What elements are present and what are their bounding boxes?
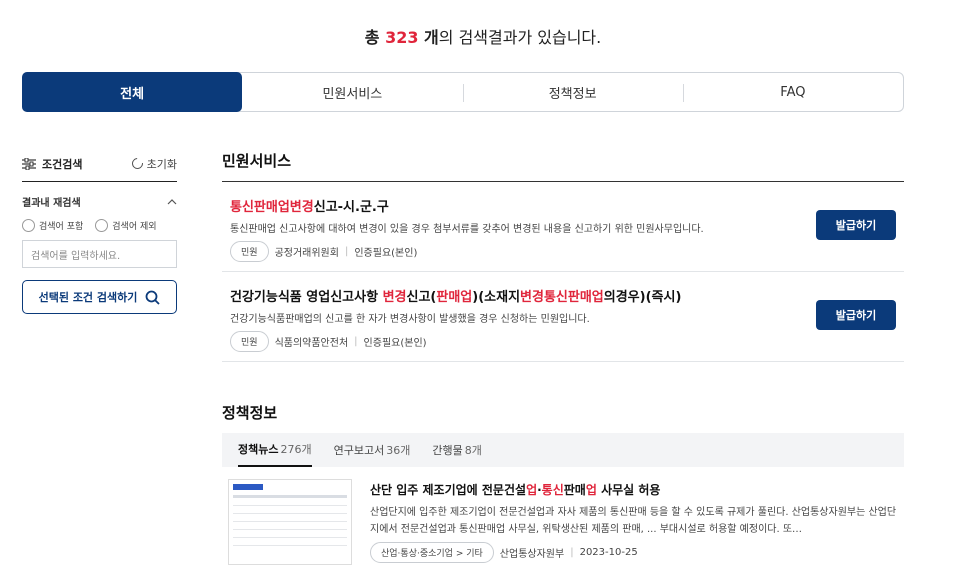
policy-section-title: 정책정보 <box>222 404 278 422</box>
title-text: 산단 입주 제조기업에 전문건설 <box>370 483 527 497</box>
subtab-count: 36개 <box>386 444 411 457</box>
exclude-radio[interactable]: 검색어 제외 <box>95 219 157 232</box>
civil-agency: 공정거래위원회 <box>274 248 339 259</box>
news-agency: 산업통상자원부 <box>499 549 565 560</box>
radio-circle-icon <box>95 219 109 232</box>
civil-item-title[interactable]: 건강기능식품 영업신고사항 변경신고(판매업)(소재지변경통신판매업의경우)(즉… <box>230 286 896 305</box>
include-radio[interactable]: 검색어 포함 <box>22 219 83 232</box>
civil-result-item: 건강기능식품 영업신고사항 변경신고(판매업)(소재지변경통신판매업의경우)(즉… <box>222 272 904 362</box>
title-highlight: 판매업 <box>436 290 473 305</box>
civil-tag: 민원 <box>230 331 269 352</box>
tab-civil-service[interactable]: 민원서비스 <box>242 73 462 111</box>
apply-filter-label: 선택된 조건 검색하기 <box>38 291 138 304</box>
civil-item-meta: 민원 공정거래위원회 | 인증필요(본인) <box>230 241 896 262</box>
civil-service-section: 민원서비스 통신판매업변경신고-시.군.구 통신판매업 신고사항에 대하여 변경… <box>222 150 904 362</box>
civil-auth: 인증필요(본인) <box>363 338 427 349</box>
refine-options: 검색어 포함 검색어 제외 <box>22 219 177 232</box>
issue-button[interactable]: 발급하기 <box>816 210 896 240</box>
civil-auth: 인증필요(본인) <box>354 248 418 259</box>
issue-button[interactable]: 발급하기 <box>816 300 896 330</box>
title-text: 사무실 허용 <box>596 483 661 497</box>
civil-item-desc: 건강기능식품판매업의 신고를 한 자가 변경사항이 발생했을 경우 신청하는 민… <box>230 314 590 325</box>
tab-faq[interactable]: FAQ <box>682 73 903 111</box>
reset-label: 초기화 <box>146 157 177 171</box>
divider: | <box>344 246 349 257</box>
news-desc: 산업단지에 입주한 제조기업이 전문건설업과 자사 제품의 통신판매 등을 할 … <box>370 507 897 535</box>
filter-sidebar: 조건검색 초기화 결과내 재검색 검색어 포함 검색어 제외 검색어를 입력하세… <box>22 152 177 314</box>
thumbnail-row <box>233 538 347 546</box>
civil-item-meta: 민원 식품의약품안전처 | 인증필요(본인) <box>230 331 896 352</box>
subtab-label: 정책뉴스 <box>238 443 279 456</box>
refine-title: 결과내 재검색 <box>22 198 81 209</box>
exclude-label: 검색어 제외 <box>112 222 157 232</box>
subtab-label: 간행물 <box>432 444 463 457</box>
reset-button[interactable]: 초기화 <box>129 155 177 172</box>
subtab-publications[interactable]: 간행물 8개 <box>432 433 482 467</box>
title-text: 건강기능식품 영업신고사항 <box>230 290 383 305</box>
thumbnail-row <box>233 506 347 514</box>
civil-agency: 식품의약품안전처 <box>274 338 349 349</box>
subtab-research-reports[interactable]: 연구보고서 36개 <box>334 433 411 467</box>
title-highlight: 통신판매업변경 <box>230 200 314 215</box>
subtab-count: 8개 <box>464 444 482 457</box>
civil-item-desc: 통신판매업 신고사항에 대하여 변경이 있을 경우 첨부서류를 갖추어 변경된 … <box>230 224 704 235</box>
civil-section-title: 민원서비스 <box>222 150 904 182</box>
refresh-icon <box>129 155 145 172</box>
news-body: 산단 입주 제조기업에 전문건설업·통신판매업 사무실 허용 산업단지에 입주한… <box>370 479 898 565</box>
filter-sliders-icon <box>22 157 36 170</box>
apply-filter-button[interactable]: 선택된 조건 검색하기 <box>22 280 177 314</box>
refine-search-input[interactable]: 검색어를 입력하세요. <box>22 240 177 268</box>
summary-unit: 개 <box>418 28 439 47</box>
result-summary: 총 323 개의 검색결과가 있습니다. <box>0 24 966 48</box>
filter-title-label: 조건검색 <box>42 157 83 171</box>
policy-section: 정책정보 정책뉴스 276개 연구보고서 36개 간행물 8개 산단 입주 제조기업에… <box>222 402 904 565</box>
thumbnail-row <box>233 514 347 522</box>
civil-result-item: 통신판매업변경신고-시.군.구 통신판매업 신고사항에 대하여 변경이 있을 경… <box>222 182 904 272</box>
filter-header: 조건검색 초기화 <box>22 152 177 182</box>
title-text: 의경우)(즉시) <box>603 290 682 305</box>
news-date: 2023-10-25 <box>579 547 638 558</box>
thumbnail-row <box>233 522 347 530</box>
divider: | <box>570 547 574 558</box>
result-count: 323 <box>385 28 419 47</box>
subtab-policy-news[interactable]: 정책뉴스 276개 <box>238 433 312 467</box>
policy-subtabs: 정책뉴스 276개 연구보고서 36개 간행물 8개 <box>222 433 904 467</box>
summary-suffix: 의 검색결과가 있습니다. <box>438 28 602 47</box>
news-title[interactable]: 산단 입주 제조기업에 전문건설업·통신판매업 사무실 허용 <box>370 481 898 498</box>
title-text: 신고-시.군.구 <box>313 200 389 215</box>
news-category: 산업·통상·중소기업 > 기타 <box>370 542 494 563</box>
thumbnail-header-bar <box>233 484 263 490</box>
subtab-label: 연구보고서 <box>333 444 385 457</box>
title-highlight: 변경 <box>382 290 407 305</box>
category-tabs: 전체 민원서비스 정책정보 FAQ <box>22 72 904 112</box>
title-text: 판매 <box>563 483 586 497</box>
include-label: 검색어 포함 <box>39 222 84 232</box>
title-highlight: 업 <box>585 483 597 497</box>
thumbnail-row <box>233 530 347 538</box>
title-highlight: 통신 <box>541 483 564 497</box>
tab-all[interactable]: 전체 <box>22 72 243 112</box>
news-item: 산단 입주 제조기업에 전문건설업·통신판매업 사무실 허용 산업단지에 입주한… <box>222 467 904 565</box>
civil-tag: 민원 <box>230 241 269 262</box>
refine-header[interactable]: 결과내 재검색 <box>22 194 177 209</box>
news-thumbnail[interactable] <box>228 479 352 565</box>
subtab-count: 276개 <box>280 443 312 456</box>
chevron-up-icon <box>167 198 177 204</box>
title-highlight: 업 <box>526 483 538 497</box>
title-highlight: 변경통신판매업 <box>520 290 604 305</box>
summary-prefix: 총 <box>364 28 386 47</box>
title-text: )(소재지 <box>472 290 521 305</box>
news-meta: 산업·통상·중소기업 > 기타 산업통상자원부 | 2023-10-25 <box>370 542 898 563</box>
civil-item-title[interactable]: 통신판매업변경신고-시.군.구 <box>230 196 896 215</box>
radio-circle-icon <box>22 219 35 232</box>
divider: | <box>354 336 358 347</box>
search-icon <box>145 290 161 305</box>
title-text: 신고( <box>406 290 437 305</box>
filter-title: 조건검색 <box>22 156 82 172</box>
thumbnail-row <box>233 498 347 506</box>
tab-policy-info[interactable]: 정책정보 <box>462 73 683 111</box>
